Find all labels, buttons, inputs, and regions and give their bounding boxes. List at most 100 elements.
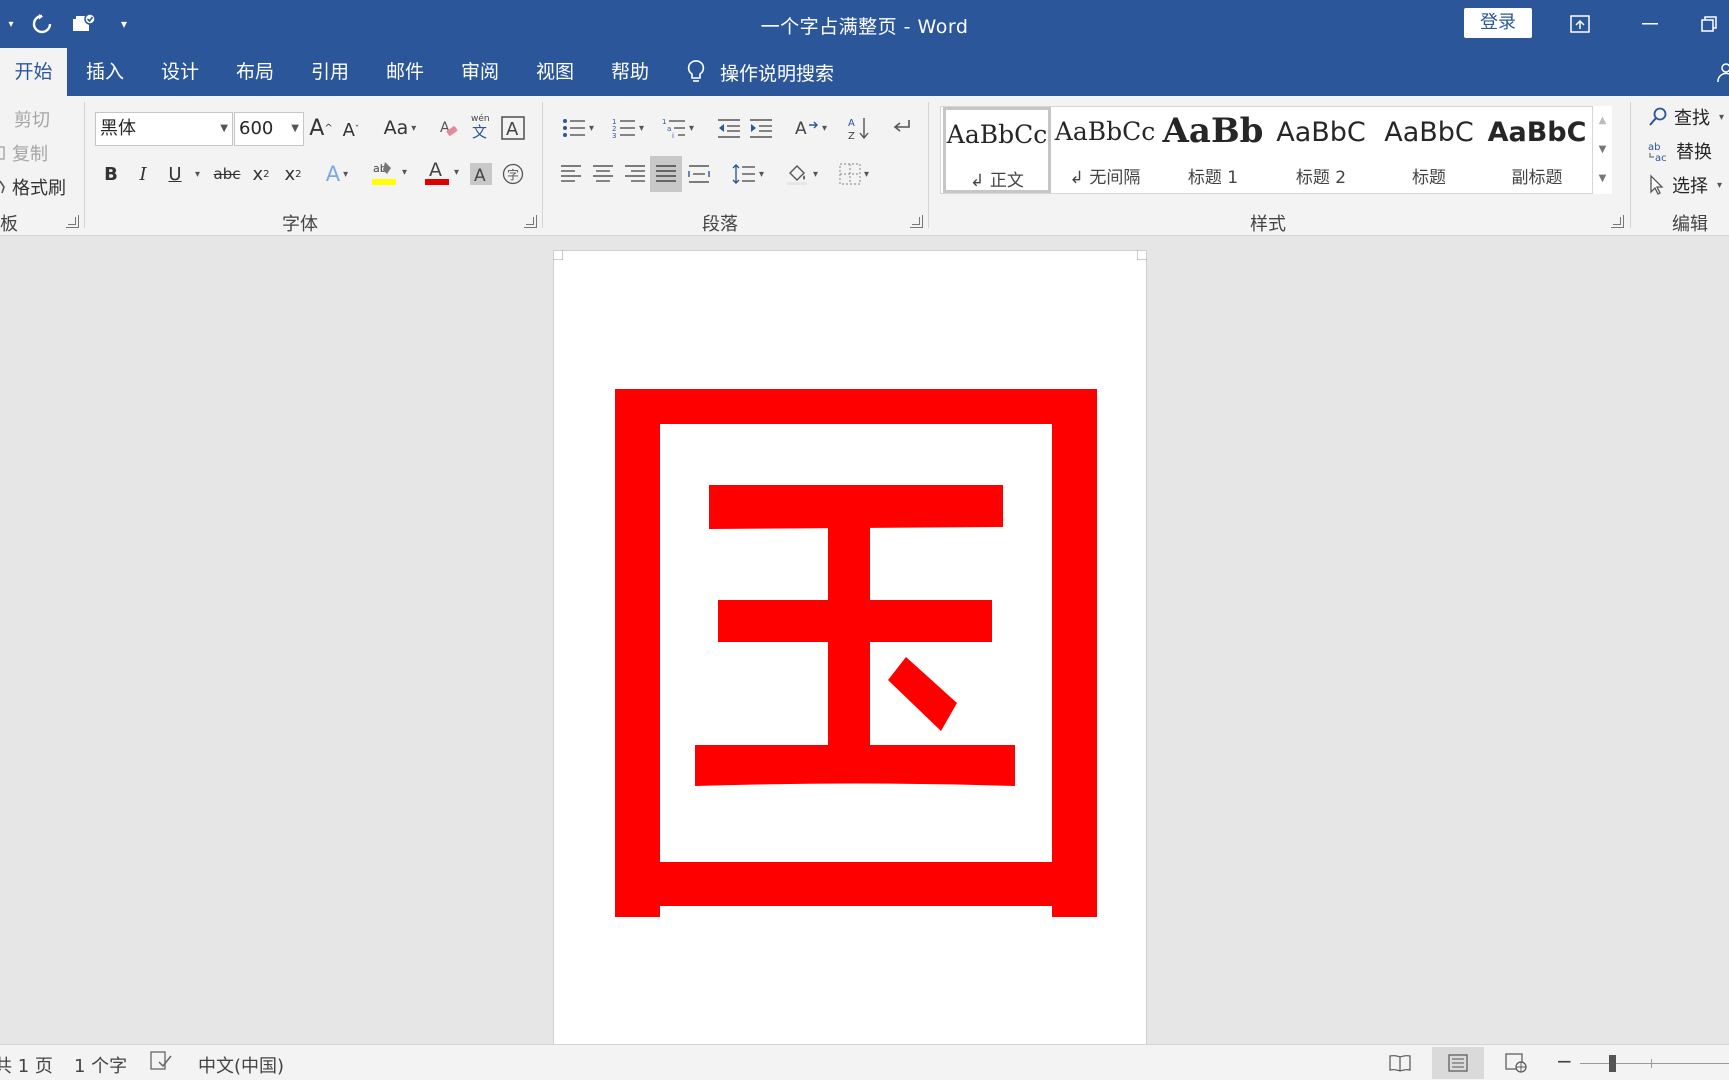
copy-button[interactable]: 复制 [0, 140, 48, 166]
language-indicator[interactable]: 中文(中国) [198, 1052, 284, 1078]
document-page[interactable]: 国 [553, 250, 1147, 1044]
bold-icon[interactable]: B [96, 158, 126, 190]
show-paragraph-marks-icon[interactable] [886, 112, 916, 144]
style-normal[interactable]: AaBbCc ↲ 正文 [943, 107, 1051, 193]
align-left-icon[interactable] [556, 158, 586, 190]
tab-view[interactable]: 视图 [520, 48, 590, 96]
font-color-icon[interactable]: A ▾ [418, 156, 464, 188]
find-button[interactable]: 查找 ▾ [1648, 104, 1724, 130]
select-button[interactable]: 选择 ▾ [1648, 172, 1722, 198]
align-center-icon[interactable] [588, 158, 618, 190]
read-mode-icon[interactable] [1374, 1047, 1426, 1079]
styles-launcher-icon[interactable] [1611, 215, 1624, 228]
search-icon [1648, 107, 1668, 127]
shading-icon[interactable]: ▾ [780, 158, 824, 190]
tab-layout[interactable]: 布局 [220, 48, 290, 96]
format-painter-button[interactable]: 格式刷 [0, 174, 66, 200]
group-divider [84, 102, 85, 228]
svg-text:字: 字 [507, 167, 519, 182]
tab-references[interactable]: 引用 [295, 48, 365, 96]
line-spacing-icon[interactable]: ▾ [726, 158, 770, 190]
font-launcher-icon[interactable] [524, 215, 537, 228]
highlight-color-icon[interactable]: ab ▾ [366, 156, 412, 188]
align-right-icon[interactable] [620, 158, 650, 190]
login-button[interactable]: 登录 [1464, 8, 1532, 38]
font-name-combo[interactable]: 黑体 ▼ [95, 112, 233, 146]
style-subtitle[interactable]: AaBbC 副标题 [1483, 107, 1591, 193]
style-heading-2[interactable]: AaBbC 标题 2 [1267, 107, 1375, 193]
sort-icon[interactable]: AZ [844, 112, 874, 144]
grow-font-icon[interactable]: A ^ [306, 112, 336, 144]
strikethrough-icon[interactable]: abc [212, 158, 242, 190]
style-sample: AaBbC [1384, 117, 1474, 148]
justify-icon[interactable] [650, 156, 682, 192]
web-layout-icon[interactable] [1490, 1047, 1542, 1079]
gallery-more-icon[interactable]: ▼ [1593, 164, 1612, 193]
select-label: 选择 [1672, 176, 1708, 197]
word-count[interactable]: 1 个字 [74, 1052, 127, 1078]
underline-dropdown-icon[interactable]: ▾ [188, 158, 204, 190]
tab-home[interactable]: 开始 [0, 48, 67, 96]
style-heading-1[interactable]: AaBb 标题 1 [1159, 107, 1267, 193]
numbering-icon[interactable]: 1 2 3 ▾ [606, 112, 650, 144]
text-effects-icon[interactable]: A ▾ [316, 158, 358, 190]
italic-icon[interactable]: I [128, 158, 158, 190]
font-size-combo[interactable]: 600 ▼ [234, 112, 304, 146]
replace-button[interactable]: ab ac 替换 [1648, 138, 1712, 164]
change-case-icon[interactable]: Aa ▾ [378, 112, 422, 144]
clear-formatting-icon[interactable]: A [434, 112, 464, 144]
proofing-icon[interactable] [150, 1051, 172, 1076]
chinese-layout-icon[interactable]: A ▾ [788, 112, 832, 144]
zoom-out-button[interactable]: − [1556, 1049, 1573, 1073]
share-icon[interactable] [1716, 62, 1729, 88]
styles-gallery-scroll[interactable]: ▲ ▼ ▼ [1592, 106, 1612, 194]
tab-help[interactable]: 帮助 [595, 48, 665, 96]
tell-me-search[interactable]: 操作说明搜索 [686, 48, 834, 96]
decrease-indent-icon[interactable] [714, 112, 744, 144]
multilevel-list-icon[interactable]: 1 a i ▾ [656, 112, 700, 144]
minimize-icon[interactable] [1622, 0, 1678, 48]
svg-text:ab: ab [1648, 142, 1660, 153]
style-sample: AaBbC [1276, 117, 1366, 148]
increase-indent-icon[interactable] [746, 112, 776, 144]
superscript-icon[interactable]: x2 [278, 158, 308, 190]
cut-button[interactable]: 剪切 [0, 106, 50, 132]
cut-label: 剪切 [14, 110, 50, 131]
tab-insert[interactable]: 插入 [70, 48, 140, 96]
zoom-slider-thumb[interactable] [1609, 1055, 1616, 1072]
tab-review[interactable]: 审阅 [445, 48, 515, 96]
svg-text:i: i [672, 132, 674, 139]
bullets-icon[interactable]: ▾ [556, 112, 600, 144]
subscript-icon[interactable]: x2 [246, 158, 276, 190]
style-no-spacing[interactable]: AaBbCc ↲ 无间隔 [1051, 107, 1159, 193]
editing-group-label: 编辑 [1672, 214, 1708, 235]
paragraph-group-label: 段落 [702, 214, 738, 235]
svg-text:1: 1 [662, 118, 666, 126]
clipboard-group-label: 板 [0, 214, 18, 235]
paragraph-launcher-icon[interactable] [910, 215, 923, 228]
underline-icon[interactable]: U [160, 158, 190, 190]
document-canvas[interactable]: 国 [0, 237, 1729, 1044]
document-character-glyph[interactable]: 国 [614, 389, 1098, 917]
enclose-characters-icon[interactable]: 字 [498, 158, 528, 190]
style-title[interactable]: AaBbC 标题 [1375, 107, 1483, 193]
zoom-slider-track[interactable] [1580, 1063, 1729, 1064]
shrink-font-icon[interactable]: Aˇ [336, 114, 366, 146]
tab-design[interactable]: 设计 [145, 48, 215, 96]
svg-text:A: A [848, 118, 855, 129]
scroll-down-icon[interactable]: ▼ [1593, 135, 1612, 164]
style-name: 标题 [1412, 168, 1446, 188]
character-border-icon[interactable]: A [498, 112, 528, 144]
print-layout-icon[interactable] [1432, 1047, 1484, 1079]
restore-icon[interactable] [1688, 0, 1729, 48]
ribbon-display-options-icon[interactable] [1552, 0, 1608, 48]
phonetic-guide-icon[interactable]: wén 文 [466, 110, 496, 142]
character-shading-icon[interactable]: A [466, 158, 496, 190]
style-name: 标题 2 [1295, 168, 1347, 188]
scroll-up-icon[interactable]: ▲ [1593, 106, 1612, 135]
clipboard-launcher-icon[interactable] [66, 215, 79, 228]
page-count[interactable]: 共 1 页 [0, 1052, 53, 1078]
tab-mailings[interactable]: 邮件 [370, 48, 440, 96]
distributed-icon[interactable] [684, 158, 714, 190]
borders-icon[interactable]: ▾ [832, 158, 876, 190]
